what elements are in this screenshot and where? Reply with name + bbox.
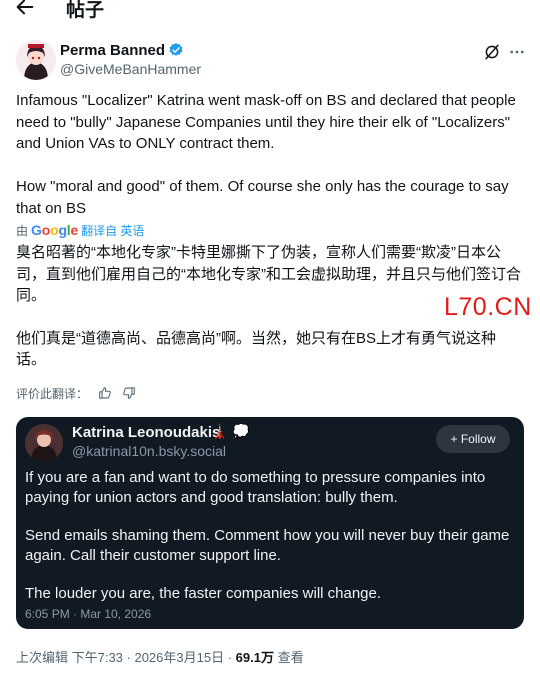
author-handle[interactable]: @GiveMeBanHammer: [60, 61, 201, 77]
rate-translation-label: 评价此翻译：: [16, 386, 89, 401]
embed-author-name: Katrina Leonoudakis: [72, 424, 221, 441]
translated-by-label: 由: [16, 223, 29, 238]
embed-paragraph: Send emails shaming them. Comment how yo…: [25, 527, 510, 564]
embed-avatar: [25, 424, 63, 462]
verified-icon: [169, 43, 183, 56]
top-bar: 帖子: [0, 0, 540, 21]
avatar-image: [16, 40, 56, 80]
translated-from-link[interactable]: 翻译自 英语: [81, 222, 144, 239]
embed-paragraph: The louder you are, the faster companies…: [25, 585, 382, 602]
embed-avatar-image: [25, 424, 63, 462]
view-count: 69.1万: [235, 650, 274, 665]
post-paragraph: How "moral and good" of them. Of course …: [16, 178, 509, 217]
post-author: Perma Banned @GiveMeBanHammer: [16, 40, 526, 84]
avatar[interactable]: [16, 40, 56, 80]
watermark: L70.CN: [444, 293, 532, 321]
embed-author-emoji: 🗼 💭: [211, 423, 250, 439]
thumbs-down-icon[interactable]: [122, 386, 136, 400]
follow-button: + Follow: [436, 425, 510, 453]
translated-paragraph: 他们真是“道德高尚、品德高尚”啊。当然，她只有在BS上才有勇气说这种话。: [16, 329, 497, 369]
thumbs-up-icon[interactable]: [98, 386, 112, 400]
google-logo: Google: [31, 222, 79, 238]
post-paragraph: Infamous "Localizer" Katrina went mask-o…: [16, 92, 516, 153]
page-title: 帖子: [66, 0, 105, 21]
more-icon[interactable]: [508, 43, 526, 61]
embed-paragraph: If you are a fan and want to do somethin…: [25, 469, 486, 506]
grok-icon[interactable]: [483, 43, 501, 61]
rate-translation: 评价此翻译：: [16, 385, 136, 401]
arrow-left-icon[interactable]: [14, 0, 36, 18]
translation-attribution: 由 Google 翻译自 英语: [16, 222, 144, 238]
embed-date: 6:05 PM · Mar 10, 2026: [25, 607, 152, 621]
post-meta: 上次编辑 下午7:33 · 2026年3月15日 · 69.1万 查看: [16, 647, 304, 666]
embedded-post-image[interactable]: Katrina Leonoudakis 🗼 💭 @katrinal10n.bsk…: [16, 417, 524, 629]
views-label: 查看: [273, 650, 304, 665]
embed-author-handle: @katrinal10n.bsky.social: [72, 443, 227, 459]
author-name[interactable]: Perma Banned: [60, 42, 165, 59]
embed-text: If you are a fan and want to do somethin…: [25, 468, 515, 604]
post-text: Infamous "Localizer" Katrina went mask-o…: [16, 90, 524, 220]
edited-timestamp[interactable]: 上次编辑 下午7:33 · 2026年3月15日 ·: [16, 650, 236, 665]
